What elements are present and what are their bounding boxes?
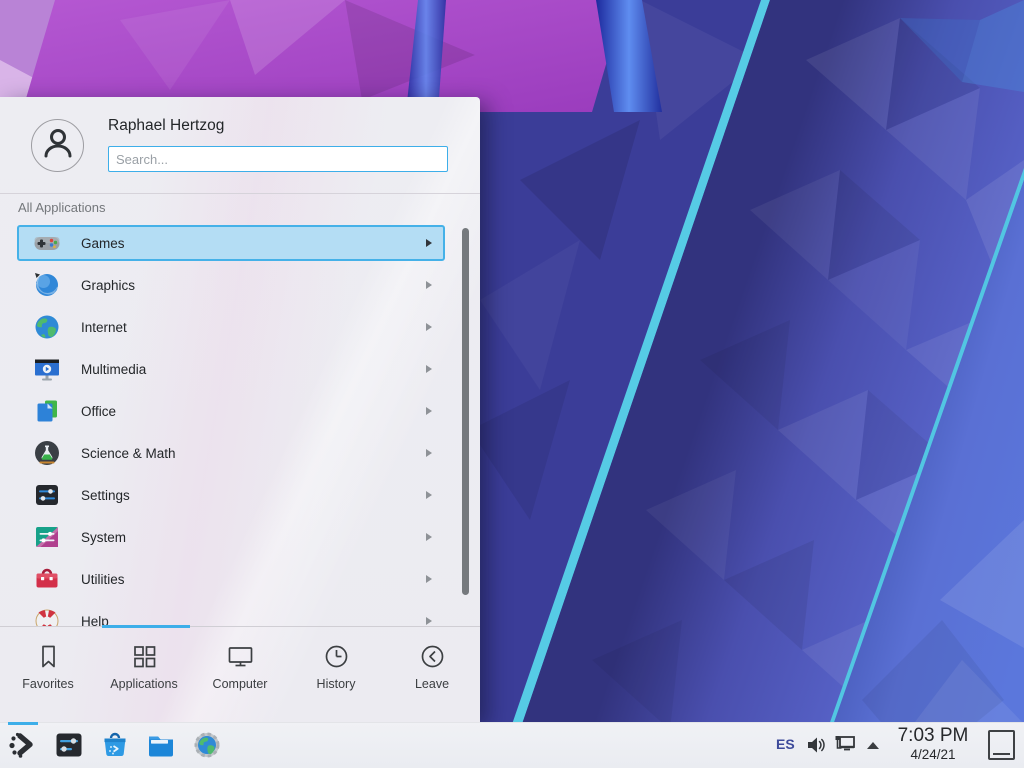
keyboard-layout-indicator[interactable]: ES [776,736,795,752]
science-flask-icon [33,439,61,467]
multimedia-monitor-icon [33,355,61,383]
network-icon[interactable] [833,733,857,757]
category-row-games[interactable]: Games [17,225,445,261]
category-label: Office [81,404,116,419]
category-label: Utilities [81,572,125,587]
kickoff-footer: Favorites Applications [0,626,480,722]
category-row-settings[interactable]: Settings [17,477,445,513]
category-label: Multimedia [81,362,146,377]
category-label: Graphics [81,278,135,293]
history-clock-icon [322,642,351,671]
search-input[interactable] [108,146,448,172]
discover-button[interactable] [100,730,130,760]
submenu-arrow-icon [426,323,432,331]
leave-back-icon [418,642,447,671]
clock-time: 7:03 PM [886,725,980,747]
kde-kickoff-icon [8,730,38,760]
system-sliders-icon [33,523,61,551]
taskbar: ES 7:03 PM 4/24/21 [0,722,1024,768]
show-desktop-button[interactable] [988,730,1015,760]
tab-label: Applications [110,677,177,691]
section-label: All Applications [18,200,105,215]
submenu-arrow-icon [426,281,432,289]
category-row-graphics[interactable]: Graphics [17,267,445,303]
category-label: System [81,530,126,545]
system-settings-icon [54,730,84,760]
globe-icon [33,313,61,341]
kickoff-launcher-button[interactable] [8,730,38,760]
file-manager-button[interactable] [146,730,176,760]
computer-monitor-icon [226,642,255,671]
submenu-arrow-icon [426,407,432,415]
tab-favorites[interactable]: Favorites [0,627,96,722]
folder-icon [146,730,176,760]
utilities-toolbox-icon [33,565,61,593]
category-row-system[interactable]: System [17,519,445,555]
favorites-bookmark-icon [34,642,63,671]
active-tab-underline [102,625,190,628]
graphics-sphere-icon [33,271,61,299]
kickoff-header: Raphael Hertzog [0,97,480,193]
submenu-arrow-icon [426,491,432,499]
applications-grid-icon [130,642,159,671]
submenu-arrow-icon [426,575,432,583]
category-row-office[interactable]: Office [17,393,445,429]
submenu-arrow-icon [426,617,432,625]
submenu-arrow-icon [426,365,432,373]
office-documents-icon [33,397,61,425]
user-avatar[interactable] [31,119,84,172]
category-row-help[interactable]: Help [17,603,445,626]
category-label: Games [81,236,125,251]
user-silhouette-icon [38,123,78,168]
discover-icon [100,730,130,760]
user-name: Raphael Hertzog [108,117,224,135]
kickoff-menu: Raphael Hertzog All Applications [0,97,480,722]
web-browser-button[interactable] [192,730,222,760]
category-row-internet[interactable]: Internet [17,309,445,345]
tab-label: Computer [213,677,268,691]
list-scrollbar[interactable] [462,228,469,595]
submenu-arrow-icon [426,239,432,247]
tab-leave[interactable]: Leave [384,627,480,722]
category-label: Settings [81,488,130,503]
help-lifebuoy-icon [33,607,61,626]
tab-label: History [317,677,356,691]
application-category-list: Games Graphics [0,225,480,626]
category-row-utilities[interactable]: Utilities [17,561,445,597]
launcher-active-indicator [8,722,38,725]
header-separator [0,193,480,194]
desktop[interactable]: Raphael Hertzog All Applications [0,0,1024,768]
expand-tray-icon[interactable] [866,741,880,750]
clock-date: 4/24/21 [886,747,980,763]
tab-applications[interactable]: Applications [96,627,192,722]
volume-icon[interactable] [805,734,827,756]
category-row-science-math[interactable]: Science & Math [17,435,445,471]
submenu-arrow-icon [426,533,432,541]
settings-sliders-icon [33,481,61,509]
tab-label: Leave [415,677,449,691]
tab-history[interactable]: History [288,627,384,722]
category-label: Science & Math [81,446,176,461]
category-label: Internet [81,320,127,335]
browser-globe-icon [192,730,222,760]
tab-label: Favorites [22,677,73,691]
system-settings-button[interactable] [54,730,84,760]
digital-clock[interactable]: 7:03 PM 4/24/21 [886,725,980,763]
tab-computer[interactable]: Computer [192,627,288,722]
category-row-multimedia[interactable]: Multimedia [17,351,445,387]
gamepad-icon [33,229,61,257]
submenu-arrow-icon [426,449,432,457]
